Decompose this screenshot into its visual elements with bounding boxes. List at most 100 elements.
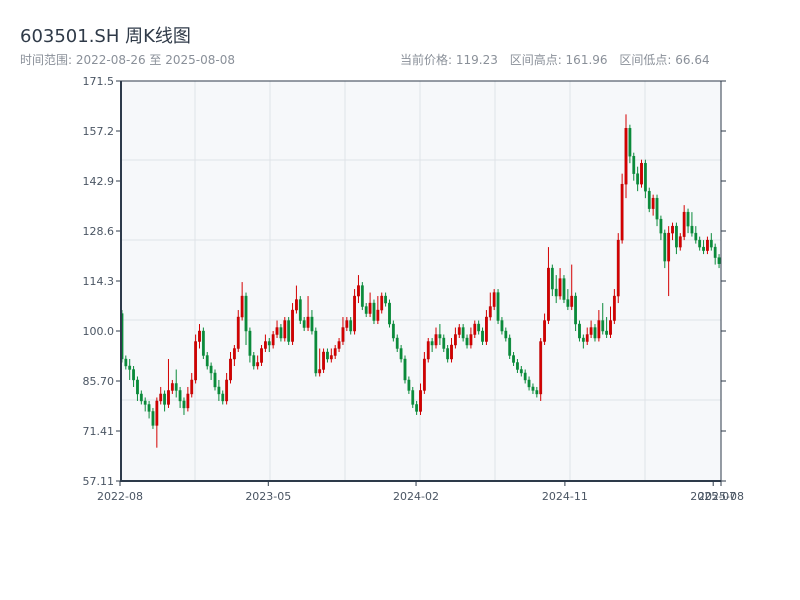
candle-up (589, 327, 593, 335)
candle-up (322, 351, 325, 370)
candle-down (709, 239, 713, 248)
candle-down (248, 330, 252, 356)
candle-down (399, 348, 403, 360)
candle-up (190, 379, 194, 395)
candle-up (380, 295, 384, 311)
candle-down (310, 316, 314, 332)
candle-down (205, 355, 209, 367)
candle-down (535, 390, 539, 395)
candle-down (302, 320, 306, 328)
candle-up (368, 302, 372, 314)
candle-down (601, 320, 605, 332)
candle-down (209, 365, 213, 374)
candle-up (488, 306, 492, 318)
candle-down (438, 334, 442, 339)
candle-down (326, 351, 329, 360)
candle-up (620, 183, 624, 241)
candle-up (457, 327, 461, 335)
candle-down (632, 155, 636, 174)
candle-down (395, 337, 399, 349)
candle-up (453, 334, 457, 346)
candle-up (264, 341, 267, 349)
candle-down (713, 246, 717, 258)
candle-down (593, 327, 597, 339)
candle-down (139, 393, 143, 402)
candle-down (201, 330, 205, 356)
candle-down (465, 337, 469, 346)
candle-down (698, 239, 702, 248)
candle-down (574, 295, 577, 325)
candle-up (422, 358, 426, 391)
y-tick-label: 171.5 (83, 75, 115, 88)
candle-up (256, 362, 260, 367)
candle-up (229, 358, 232, 381)
candle-down (279, 327, 283, 339)
y-tick-label: 114.3 (83, 275, 115, 288)
candle-down (516, 362, 519, 370)
candle-down (500, 320, 504, 332)
candle-down (655, 197, 659, 220)
y-tick-label: 142.9 (83, 175, 115, 188)
candle-down (349, 320, 353, 332)
x-tick-label: 2022-08 (97, 490, 143, 503)
candle-down (364, 306, 368, 314)
candle-up (329, 355, 333, 360)
candle-down (686, 211, 690, 227)
candle-down (430, 341, 434, 346)
candle-up (419, 390, 422, 412)
candle-down (512, 355, 515, 363)
candle-up (624, 128, 628, 185)
candle-down (554, 288, 558, 297)
candle-up (225, 379, 229, 402)
candle-down (163, 393, 166, 405)
candle-down (636, 173, 640, 185)
candle-down (403, 358, 407, 381)
candle-down (647, 190, 651, 209)
candle-down (132, 369, 135, 381)
candle-down (578, 323, 581, 339)
candle-down (446, 348, 450, 360)
candle-up (597, 320, 601, 339)
candle-down (217, 386, 221, 395)
x-tick-label: 2024-02 (393, 490, 439, 503)
candle-down (643, 162, 647, 192)
candle-down (151, 411, 155, 426)
candle-up (558, 278, 562, 297)
candle-down (388, 302, 391, 325)
candle-up (333, 348, 337, 356)
candle-down (244, 295, 248, 332)
candle-up (236, 316, 240, 349)
candle-down (523, 372, 527, 381)
candle-down (504, 330, 508, 339)
candle-up (271, 334, 275, 346)
candle-down (298, 299, 302, 321)
candle-up (706, 239, 709, 251)
y-tick-label: 57.11 (83, 475, 115, 488)
candle-down (147, 404, 151, 412)
candle-down (391, 323, 395, 339)
candle-up (547, 267, 550, 321)
candle-up (682, 211, 686, 237)
candle-up (260, 348, 263, 363)
candle-up (337, 341, 341, 349)
candle-down (550, 267, 554, 290)
candle-down (481, 330, 484, 342)
candle-down (287, 320, 291, 342)
candle-down (174, 383, 178, 391)
candle-down (128, 365, 132, 370)
y-tick-label: 128.6 (83, 225, 115, 238)
candle-down (581, 337, 585, 342)
candle-up (170, 383, 174, 391)
x-axis: 2022-08 2023-05 2024-02 2024-11 2025-072025-… (97, 481, 744, 503)
candle-up (543, 320, 546, 342)
candle-up (539, 341, 543, 395)
candle-up (345, 320, 349, 328)
candle-up (609, 320, 612, 335)
x-tick-label: 2023-05 (245, 490, 291, 503)
candle-up (291, 309, 294, 342)
candle-down (527, 379, 531, 388)
y-tick-label: 100.0 (83, 325, 115, 338)
candle-up (353, 295, 356, 332)
candle-up (194, 341, 198, 381)
candle-up (469, 334, 473, 346)
